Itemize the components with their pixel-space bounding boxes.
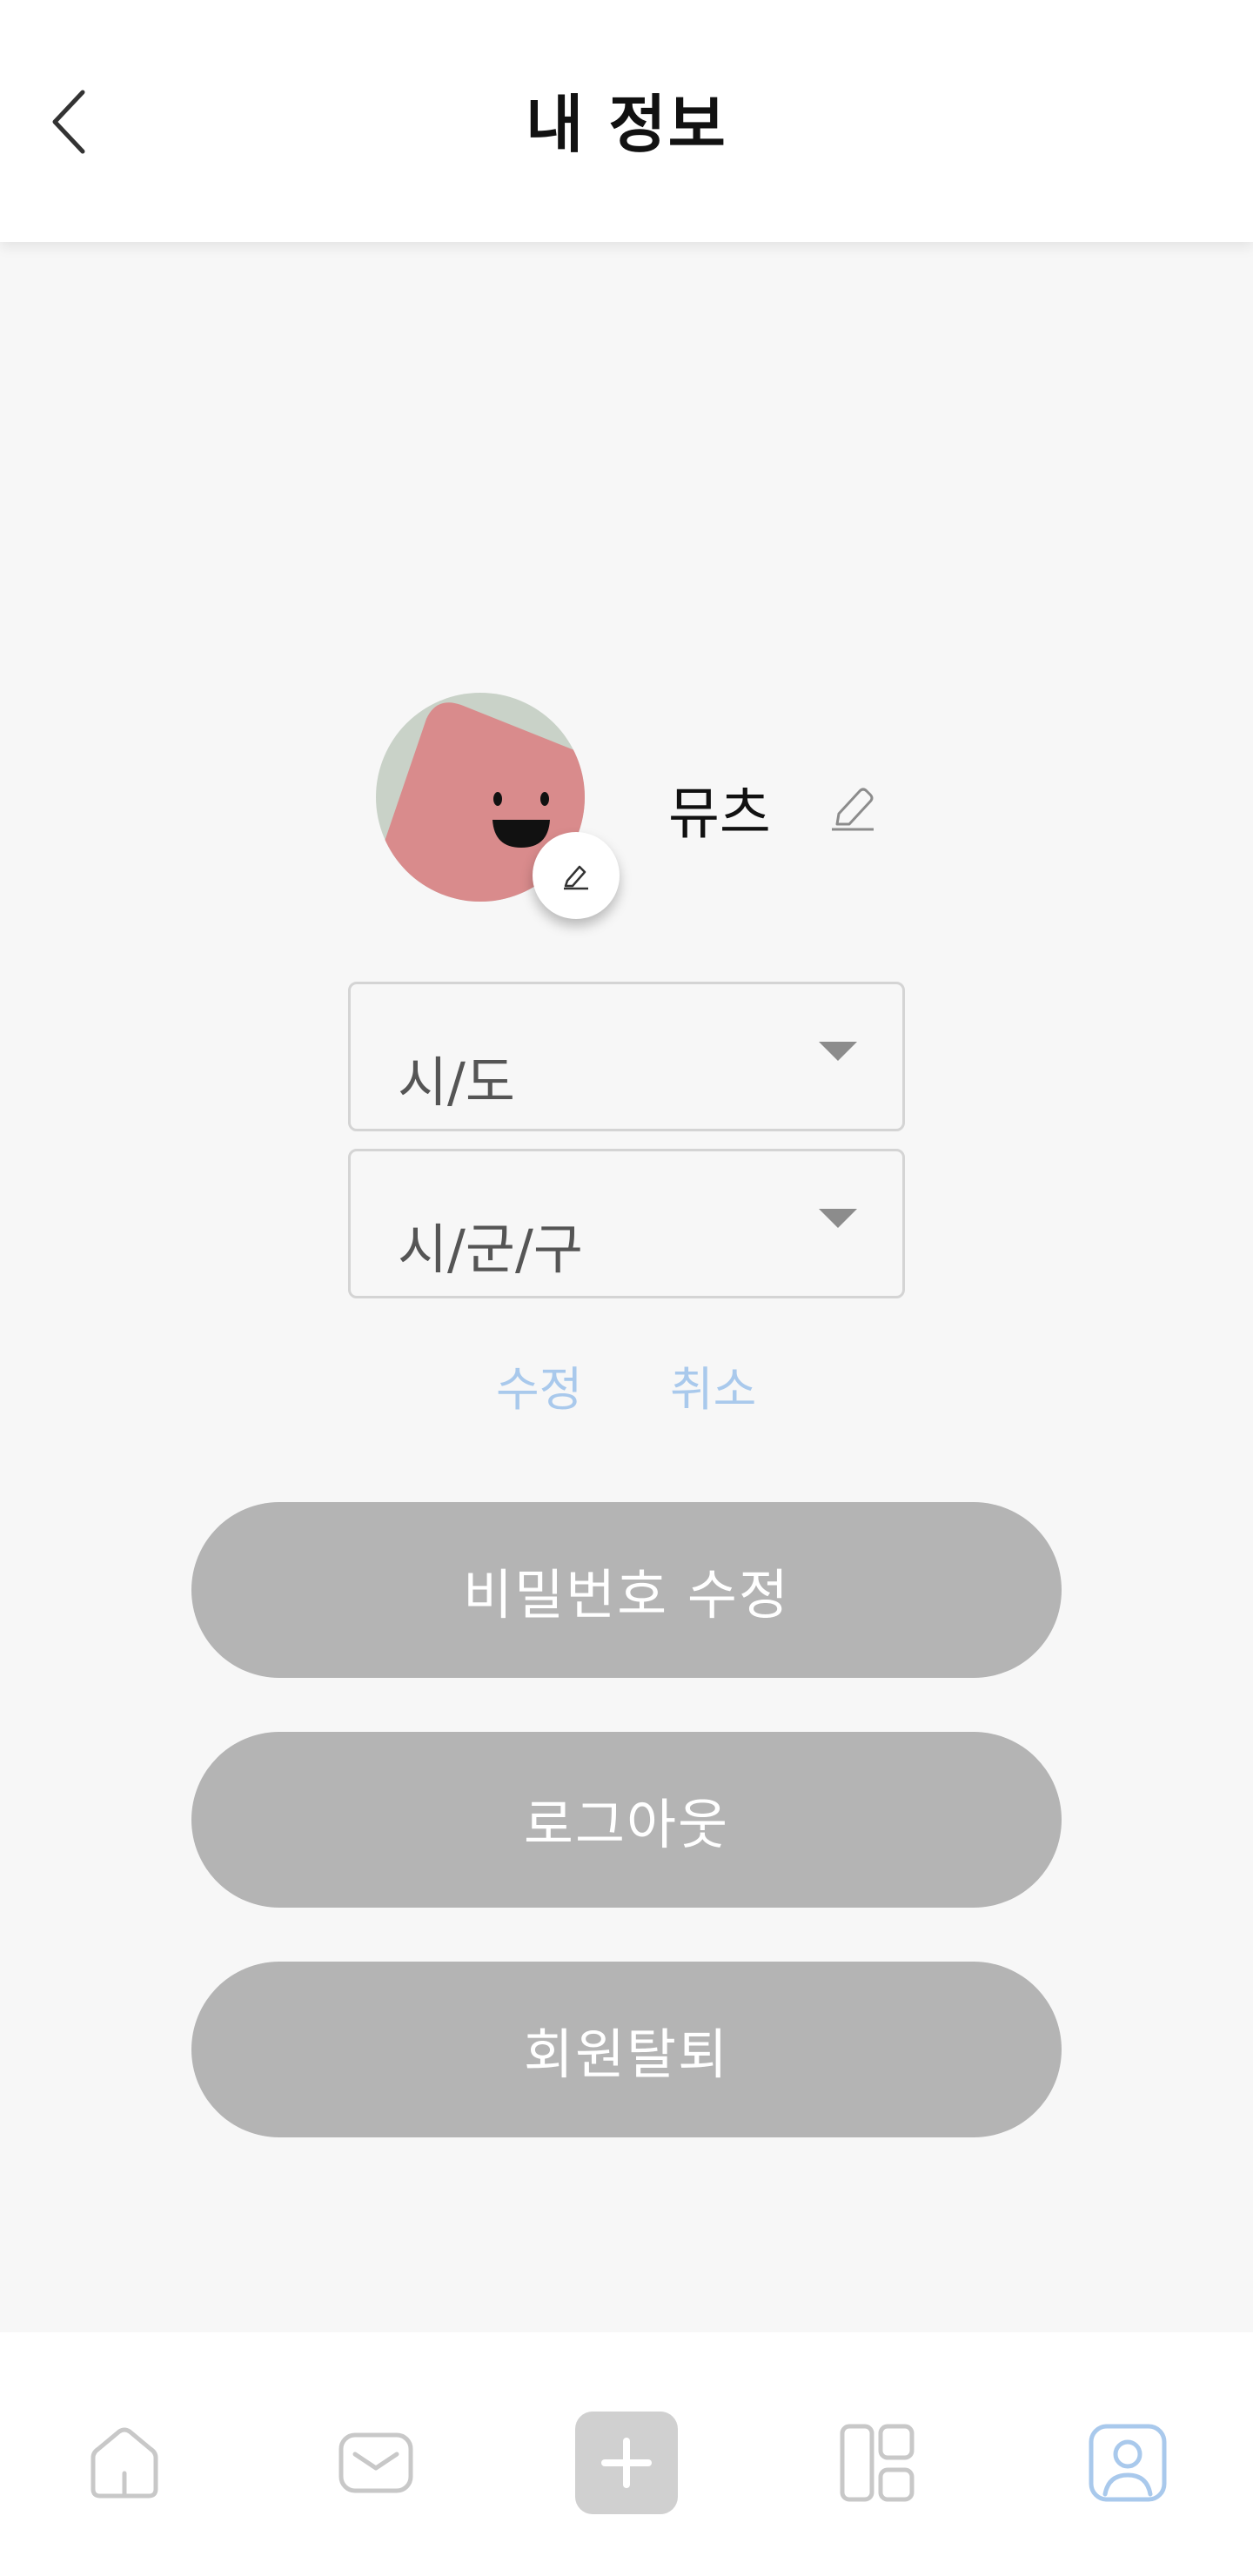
nav-add[interactable] xyxy=(574,2411,679,2515)
nickname: 뮤츠 xyxy=(668,782,771,847)
change-password-button[interactable]: 비밀번호 수정 xyxy=(191,1502,1062,1678)
confirm-edit-link[interactable]: 수정 xyxy=(496,1351,582,1419)
nav-home[interactable] xyxy=(72,2411,177,2515)
my-info-page: 내 정보 뮤츠 시/도 시/군/구 수정 취소 비밀번호 수정 로그아웃 회원탈… xyxy=(0,0,1253,2576)
home-icon xyxy=(90,2427,158,2499)
dropdown-caret-icon xyxy=(819,1209,857,1228)
withdraw-button[interactable]: 회원탈퇴 xyxy=(191,1962,1062,2137)
page-title: 내 정보 xyxy=(526,88,727,161)
pencil-icon xyxy=(832,788,874,831)
app-header: 내 정보 xyxy=(0,0,1253,242)
sido-select[interactable]: 시/도 xyxy=(348,982,905,1131)
nav-grid[interactable] xyxy=(825,2411,929,2515)
sido-select-value: 시/도 xyxy=(398,1050,515,1114)
inbox-icon xyxy=(338,2432,413,2493)
profile-icon xyxy=(1089,2424,1167,2502)
logout-button[interactable]: 로그아웃 xyxy=(191,1732,1062,1908)
dropdown-caret-icon xyxy=(819,1042,857,1061)
nickname-edit-button[interactable] xyxy=(827,775,879,835)
pencil-icon xyxy=(564,865,588,890)
sigungu-select[interactable]: 시/군/구 xyxy=(348,1149,905,1298)
nav-inbox[interactable] xyxy=(324,2411,428,2515)
avatar-edit-button[interactable] xyxy=(533,832,620,919)
cancel-edit-link[interactable]: 취소 xyxy=(670,1351,756,1419)
bottom-nav xyxy=(0,2332,1253,2576)
sigungu-select-value: 시/군/구 xyxy=(398,1218,583,1281)
nav-profile[interactable] xyxy=(1075,2411,1180,2515)
plus-icon xyxy=(575,2412,678,2514)
grid-icon xyxy=(840,2424,915,2502)
